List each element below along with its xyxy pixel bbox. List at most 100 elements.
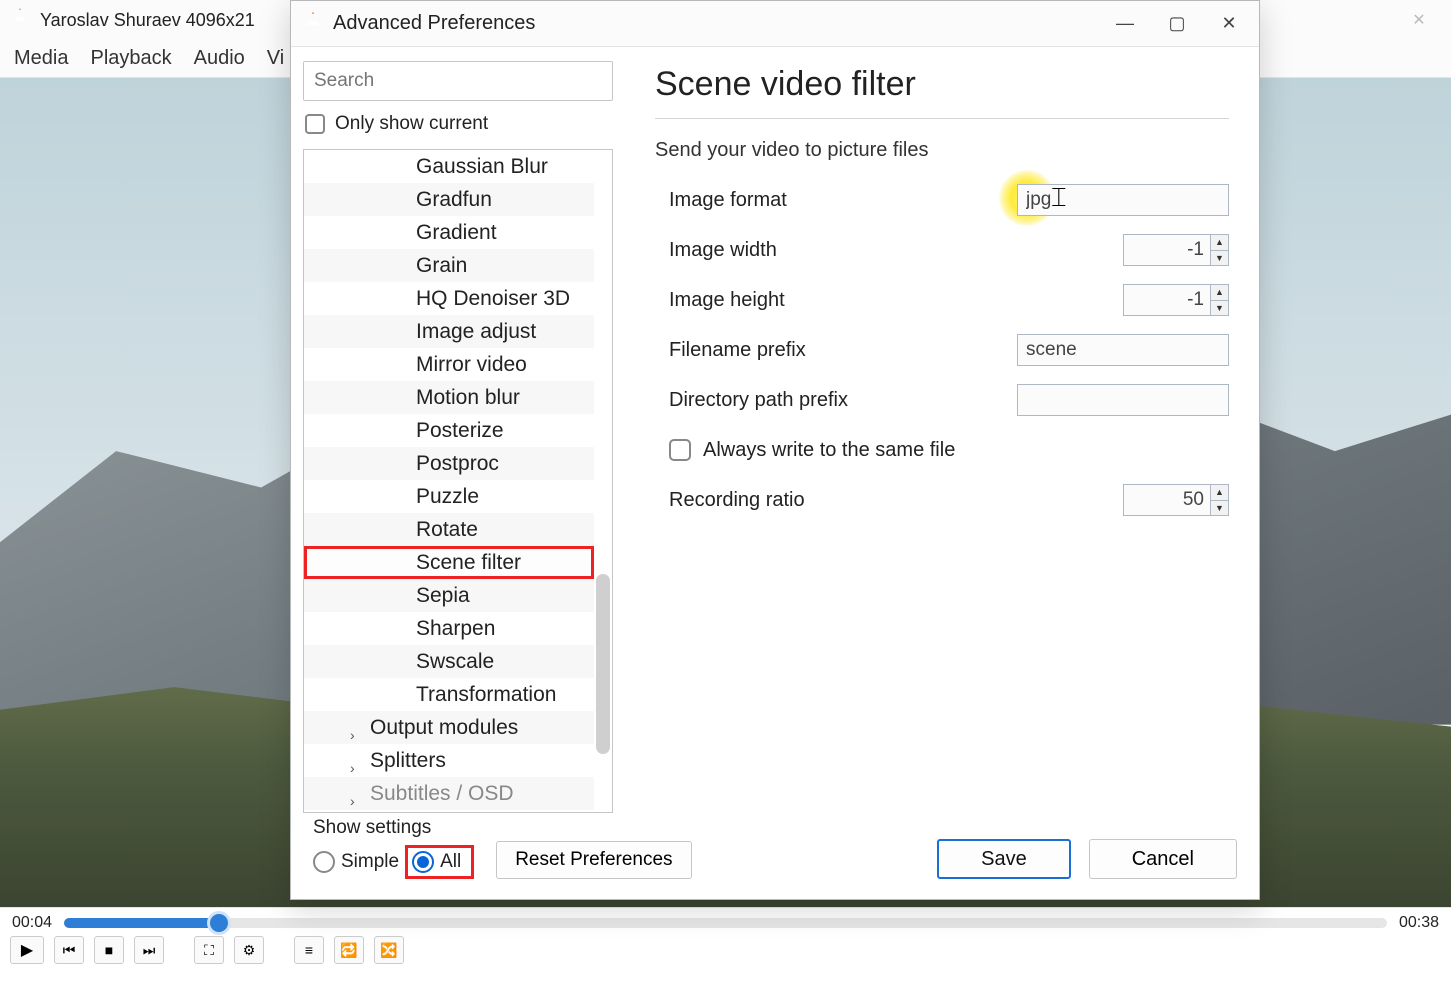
tree-parent-splitters[interactable]: ›Splitters	[304, 744, 594, 777]
image-width-input[interactable]	[1123, 234, 1211, 266]
modal-right-panel: Scene video filter Send your video to pi…	[625, 47, 1259, 813]
directory-prefix-label: Directory path prefix	[655, 389, 1017, 412]
radio-icon	[412, 851, 434, 873]
tree-item-swscale[interactable]: Swscale	[304, 645, 594, 678]
tree-item-label: Puzzle	[416, 480, 479, 513]
stepper-up-icon[interactable]: ▲	[1211, 484, 1229, 500]
modal-titlebar: Advanced Preferences — ▢ ✕	[291, 1, 1259, 47]
tree-item-label: Output modules	[370, 711, 518, 744]
playlist-button[interactable]: ≡	[294, 936, 324, 964]
tree-item-label: Postproc	[416, 447, 499, 480]
save-button[interactable]: Save	[937, 839, 1071, 879]
image-format-input[interactable]	[1017, 184, 1229, 216]
tree-item-sepia[interactable]: Sepia	[304, 579, 594, 612]
tree-item-gradfun[interactable]: Gradfun	[304, 183, 594, 216]
tree-parent-output-modules[interactable]: ›Output modules	[304, 711, 594, 744]
filename-prefix-input[interactable]	[1017, 334, 1229, 366]
panel-subtitle: Send your video to picture files	[655, 139, 1229, 162]
image-width-label: Image width	[655, 239, 1123, 262]
prev-button[interactable]: ⏮	[54, 936, 84, 964]
image-height-spinner[interactable]: ▲▼	[1123, 284, 1229, 316]
tree-parent-subtitles-osd[interactable]: › Subtitles / OSD	[304, 777, 594, 810]
recording-ratio-label: Recording ratio	[655, 489, 1123, 512]
always-write-checkbox[interactable]: Always write to the same file	[655, 439, 955, 462]
tree-scrollbar[interactable]	[596, 574, 610, 754]
tree-item-label: Grain	[416, 249, 467, 282]
stepper-down-icon[interactable]: ▼	[1211, 500, 1229, 517]
next-button[interactable]: ⏭	[134, 936, 164, 964]
reset-preferences-button[interactable]: Reset Preferences	[496, 841, 691, 879]
modal-minimize-button[interactable]: —	[1099, 3, 1151, 45]
stepper-down-icon[interactable]: ▼	[1211, 250, 1229, 267]
show-settings-label: Show settings	[313, 817, 474, 839]
preferences-tree: Gaussian BlurGradfunGradientGrainHQ Deno…	[303, 149, 613, 813]
menu-audio[interactable]: Audio	[194, 47, 245, 70]
chevron-right-icon: ›	[350, 785, 355, 812]
tree-item-sharpen[interactable]: Sharpen	[304, 612, 594, 645]
modal-title: Advanced Preferences	[333, 12, 535, 35]
advanced-preferences-dialog: Advanced Preferences — ▢ ✕ Only show cur…	[290, 0, 1260, 900]
show-settings-simple[interactable]: Simple	[313, 851, 399, 873]
vlc-window-title: Yaroslav Shuraev 4096x21	[40, 10, 255, 31]
only-show-current-checkbox[interactable]: Only show current	[303, 111, 613, 139]
loop-button[interactable]: 🔁	[334, 936, 364, 964]
tree-item-transformation[interactable]: Transformation	[304, 678, 594, 711]
tree-item-grain[interactable]: Grain	[304, 249, 594, 282]
tree-item-posterize[interactable]: Posterize	[304, 414, 594, 447]
vlc-cone-icon	[301, 12, 325, 36]
tree-item-hq-denoiser-3d[interactable]: HQ Denoiser 3D	[304, 282, 594, 315]
radio-icon	[313, 851, 335, 873]
menu-media[interactable]: Media	[14, 47, 68, 70]
recording-ratio-spinner[interactable]: ▲▼	[1123, 484, 1229, 516]
all-label: All	[440, 851, 461, 873]
always-write-label: Always write to the same file	[703, 439, 955, 462]
stop-button[interactable]: ■	[94, 936, 124, 964]
show-settings-all[interactable]: All	[405, 845, 474, 879]
recording-ratio-input[interactable]	[1123, 484, 1211, 516]
random-button[interactable]: 🔀	[374, 936, 404, 964]
tree-item-rotate[interactable]: Rotate	[304, 513, 594, 546]
tree-item-label: Gradfun	[416, 183, 492, 216]
modal-close-button[interactable]: ✕	[1203, 3, 1255, 45]
tree-item-label: Image adjust	[416, 315, 536, 348]
directory-prefix-input[interactable]	[1017, 384, 1229, 416]
vlc-close-icon: ✕	[1395, 1, 1443, 39]
cancel-button[interactable]: Cancel	[1089, 839, 1237, 879]
tree-item-label: HQ Denoiser 3D	[416, 282, 570, 315]
tree-item-label: Subtitles / OSD	[370, 777, 514, 810]
tree-item-puzzle[interactable]: Puzzle	[304, 480, 594, 513]
tree-item-gaussian-blur[interactable]: Gaussian Blur	[304, 150, 594, 183]
menu-playback[interactable]: Playback	[90, 47, 171, 70]
stepper-up-icon[interactable]: ▲	[1211, 284, 1229, 300]
tree-item-postproc[interactable]: Postproc	[304, 447, 594, 480]
tree-item-label: Sharpen	[416, 612, 495, 645]
fullscreen-button[interactable]: ⛶	[194, 936, 224, 964]
tree-item-label: Mirror video	[416, 348, 527, 381]
tree-item-label: Transformation	[416, 678, 556, 711]
image-format-label: Image format	[655, 189, 1017, 212]
tree-item-image-adjust[interactable]: Image adjust	[304, 315, 594, 348]
tree-item-label: Rotate	[416, 513, 478, 546]
modal-left-panel: Only show current Gaussian BlurGradfunGr…	[291, 47, 625, 813]
time-total: 00:38	[1399, 914, 1439, 932]
image-width-spinner[interactable]: ▲▼	[1123, 234, 1229, 266]
seek-slider[interactable]	[64, 918, 1387, 928]
play-button[interactable]: ▶	[10, 936, 44, 964]
tree-item-motion-blur[interactable]: Motion blur	[304, 381, 594, 414]
tree-item-gradient[interactable]: Gradient	[304, 216, 594, 249]
checkbox-icon	[305, 114, 325, 134]
tree-item-mirror-video[interactable]: Mirror video	[304, 348, 594, 381]
ext-settings-button[interactable]: ⚙	[234, 936, 264, 964]
menu-video[interactable]: Vi	[267, 47, 284, 70]
only-show-current-label: Only show current	[335, 113, 488, 135]
tree-item-label: Swscale	[416, 645, 494, 678]
stepper-up-icon[interactable]: ▲	[1211, 234, 1229, 250]
image-height-input[interactable]	[1123, 284, 1211, 316]
playback-controls: ▶ ⏮ ■ ⏭ ⛶ ⚙ ≡ 🔁 🔀	[0, 932, 1451, 970]
tree-item-label: Posterize	[416, 414, 504, 447]
tree-item-scene-filter[interactable]: Scene filter	[304, 546, 594, 579]
search-input[interactable]	[303, 61, 613, 101]
stepper-down-icon[interactable]: ▼	[1211, 300, 1229, 317]
modal-maximize-button[interactable]: ▢	[1151, 3, 1203, 45]
image-height-label: Image height	[655, 289, 1123, 312]
